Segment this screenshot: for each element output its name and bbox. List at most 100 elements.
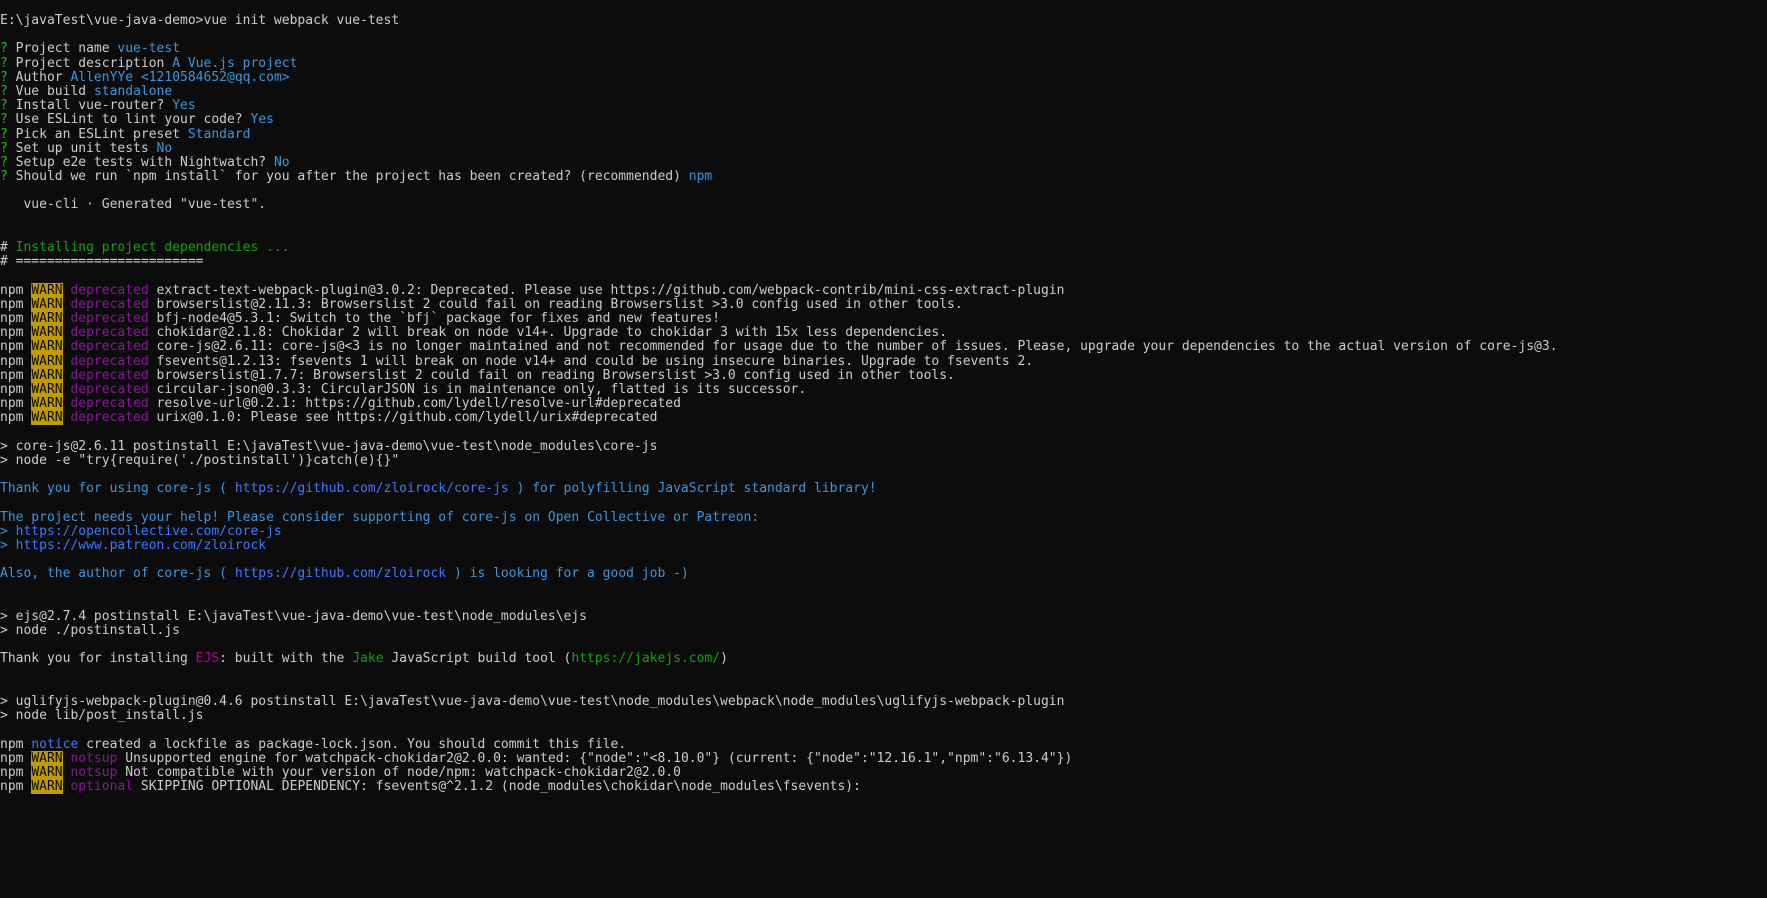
- terminal-text-default: npm: [0, 325, 32, 341]
- terminal-text-default: urix@0.1.0: Please see https://github.co…: [148, 410, 658, 426]
- terminal-text-warn: WARN: [31, 282, 63, 298]
- terminal-text-default: chokidar@2.1.8: Chokidar 2 will break on…: [148, 325, 948, 341]
- terminal-text-default: Use ESLint to lint your code?: [15, 112, 251, 128]
- terminal-text-default: > node -e "try{require('./postinstall')}…: [0, 452, 400, 468]
- terminal-line: # ========================: [0, 255, 1767, 269]
- terminal-text-warn: WARN: [31, 381, 63, 397]
- terminal-text-default: Vue build: [15, 83, 94, 99]
- terminal-text-answer: A Vue.js project: [172, 55, 298, 71]
- terminal-text-answer: standalone: [93, 83, 173, 99]
- terminal-text-default: npm: [0, 310, 32, 326]
- terminal-window[interactable]: E:\javaTest\vue-java-demo>vue init webpa…: [0, 0, 1767, 898]
- terminal-text-default: npm: [0, 736, 32, 752]
- terminal-text-cyan: The project needs your help! Please cons…: [0, 509, 760, 525]
- terminal-text-default: Author: [15, 69, 71, 85]
- terminal-line: npm WARN deprecated browserslist@1.7.7: …: [0, 367, 1767, 383]
- terminal-line: > ejs@2.7.4 postinstall E:\javaTest\vue-…: [0, 608, 1767, 624]
- terminal-text-warn: WARN: [31, 764, 63, 780]
- terminal-text-default: Should we run `npm install` for you afte…: [15, 169, 689, 185]
- terminal-line: npm WARN deprecated circular-json@0.3.3:…: [0, 381, 1767, 397]
- terminal-text-default: Unsupported engine for watchpack-chokida…: [117, 750, 1073, 766]
- terminal-text-purple: deprecated: [70, 339, 149, 355]
- terminal-text-default: E:\javaTest\vue-java-demo>vue init webpa…: [0, 13, 400, 28]
- terminal-text-link: https://opencollective.com/core-js: [15, 523, 282, 539]
- terminal-text-default: Setup e2e tests with Nightwatch?: [15, 154, 274, 170]
- terminal-text-default: Not compatible with your version of node…: [117, 764, 681, 780]
- terminal-text-default: JavaScript build tool (: [383, 651, 572, 667]
- terminal-text-prompt-q: ?: [0, 140, 16, 156]
- terminal-text-notice: notice: [31, 736, 79, 752]
- terminal-line: > https://www.patreon.com/zloirock: [0, 538, 1767, 553]
- terminal-line: # Installing project dependencies ...: [0, 240, 1767, 255]
- terminal-line: npm notice created a lockfile as package…: [0, 736, 1767, 752]
- terminal-text-cyan: ) is looking for a good job -): [446, 566, 689, 582]
- terminal-text-purple: deprecated: [70, 381, 149, 397]
- terminal-line: > node -e "try{require('./postinstall')}…: [0, 452, 1767, 468]
- terminal-line: > node ./postinstall.js: [0, 623, 1767, 638]
- terminal-text-default: npm: [0, 296, 32, 312]
- terminal-text-default: npm: [0, 353, 32, 369]
- terminal-text-default: created a lockfile as package-lock.json.…: [78, 736, 627, 752]
- terminal-text-default: > ejs@2.7.4 postinstall E:\javaTest\vue-…: [0, 608, 587, 624]
- terminal-line: npm WARN deprecated fsevents@1.2.13: fse…: [0, 353, 1767, 369]
- terminal-text-default: ): [720, 651, 728, 667]
- terminal-line: npm WARN optional SKIPPING OPTIONAL DEPE…: [0, 779, 1767, 795]
- terminal-text-prompt-q: ?: [0, 98, 16, 114]
- terminal-line: ? Install vue-router? Yes: [0, 99, 1767, 113]
- terminal-text-prompt-q: ?: [0, 112, 16, 128]
- terminal-text-green: Installing project dependencies ...: [15, 240, 290, 255]
- terminal-text-cyan: Thank you for using core-js (: [0, 481, 235, 497]
- terminal-line: npm WARN deprecated resolve-url@0.2.1: h…: [0, 396, 1767, 412]
- terminal-text-prompt-q: ?: [0, 154, 16, 170]
- terminal-text-default: Install vue-router?: [15, 98, 173, 114]
- terminal-text-warn: WARN: [31, 410, 63, 426]
- terminal-line: ? Use ESLint to lint your code? Yes: [0, 113, 1767, 127]
- terminal-line: npm WARN notsup Unsupported engine for w…: [0, 750, 1767, 766]
- terminal-text-warn: WARN: [31, 296, 63, 312]
- terminal-text-default: #: [0, 240, 16, 255]
- terminal-text-default: npm: [0, 367, 32, 383]
- terminal-text-default: > core-js@2.6.11 postinstall E:\javaTest…: [0, 438, 658, 454]
- terminal-text-prompt-q: ?: [0, 83, 16, 99]
- terminal-text-answer: npm: [688, 169, 713, 185]
- terminal-text-default: > node lib/post_install.js: [0, 708, 204, 724]
- terminal-text-prompt-q: ?: [0, 69, 16, 85]
- terminal-text-warn: WARN: [31, 353, 63, 369]
- terminal-line: > uglifyjs-webpack-plugin@0.4.6 postinst…: [0, 694, 1767, 709]
- terminal-line: ? Setup e2e tests with Nightwatch? No: [0, 154, 1767, 170]
- terminal-text-default: npm: [0, 396, 32, 412]
- terminal-text-default: npm: [0, 750, 32, 766]
- terminal-text-default: Project name: [15, 41, 118, 57]
- terminal-text-default: circular-json@0.3.3: CircularJSON is in …: [148, 381, 807, 397]
- terminal-text-magenta: EJS: [195, 651, 220, 667]
- terminal-text-default: core-js@2.6.11: core-js@<3 is no longer …: [148, 339, 1558, 355]
- terminal-text-purple: deprecated: [70, 325, 149, 341]
- terminal-text-purple: deprecated: [70, 310, 149, 326]
- terminal-line: npm WARN deprecated urix@0.1.0: Please s…: [0, 410, 1767, 426]
- terminal-line: npm WARN deprecated chokidar@2.1.8: Chok…: [0, 325, 1767, 341]
- terminal-text-green: Jake: [352, 651, 384, 667]
- terminal-text-default: # ========================: [0, 254, 204, 270]
- terminal-line: npm WARN deprecated bfj-node4@5.3.1: Swi…: [0, 310, 1767, 326]
- terminal-text-cyan: >: [0, 523, 16, 539]
- terminal-text-default: bfj-node4@5.3.1: Switch to the `bfj` pac…: [148, 310, 721, 326]
- terminal-text-default: Set up unit tests: [15, 140, 157, 156]
- terminal-text-default: npm: [0, 282, 32, 298]
- terminal-line: Also, the author of core-js ( https://gi…: [0, 567, 1767, 581]
- terminal-text-purple: deprecated: [70, 282, 149, 298]
- terminal-line: npm WARN notsup Not compatible with your…: [0, 764, 1767, 780]
- terminal-text-prompt-q: ?: [0, 126, 16, 142]
- terminal-line: npm WARN deprecated extract-text-webpack…: [0, 282, 1767, 298]
- terminal-text-purple: deprecated: [70, 396, 149, 412]
- terminal-text-default: vue-cli · Generated "vue-test".: [0, 197, 267, 213]
